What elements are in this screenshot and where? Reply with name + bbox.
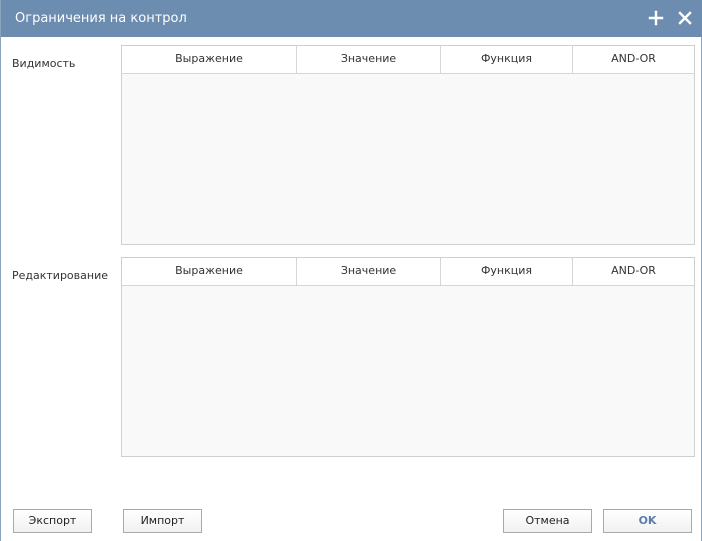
cancel-button[interactable]: Отмена — [503, 509, 592, 533]
visibility-label: Видимость — [12, 57, 76, 70]
column-header-function[interactable]: Функция — [441, 258, 573, 285]
column-header-value[interactable]: Значение — [297, 258, 441, 285]
column-header-expression[interactable]: Выражение — [122, 258, 297, 285]
export-button[interactable]: Экспорт — [13, 509, 92, 533]
column-header-and-or[interactable]: AND-OR — [573, 258, 694, 285]
visibility-grid-header: Выражение Значение Функция AND-OR — [122, 46, 694, 74]
editing-grid-header: Выражение Значение Функция AND-OR — [122, 258, 694, 286]
column-header-function[interactable]: Функция — [441, 46, 573, 73]
editing-grid[interactable]: Выражение Значение Функция AND-OR — [121, 257, 695, 457]
dialog-title: Ограничения на контрол — [15, 11, 187, 26]
column-header-expression[interactable]: Выражение — [122, 46, 297, 73]
visibility-grid-body[interactable] — [122, 74, 694, 244]
plus-icon[interactable] — [647, 9, 665, 27]
restrictions-dialog: Ограничения на контрол Видимость Выражен… — [0, 0, 702, 541]
ok-button[interactable]: OK — [603, 509, 692, 533]
editing-grid-body[interactable] — [122, 286, 694, 456]
title-bar[interactable]: Ограничения на контрол — [1, 0, 702, 37]
visibility-grid[interactable]: Выражение Значение Функция AND-OR — [121, 45, 695, 245]
editing-label: Редактирование — [12, 269, 108, 282]
column-header-value[interactable]: Значение — [297, 46, 441, 73]
import-button[interactable]: Импорт — [123, 509, 202, 533]
close-icon[interactable] — [676, 9, 694, 27]
column-header-and-or[interactable]: AND-OR — [573, 46, 694, 73]
